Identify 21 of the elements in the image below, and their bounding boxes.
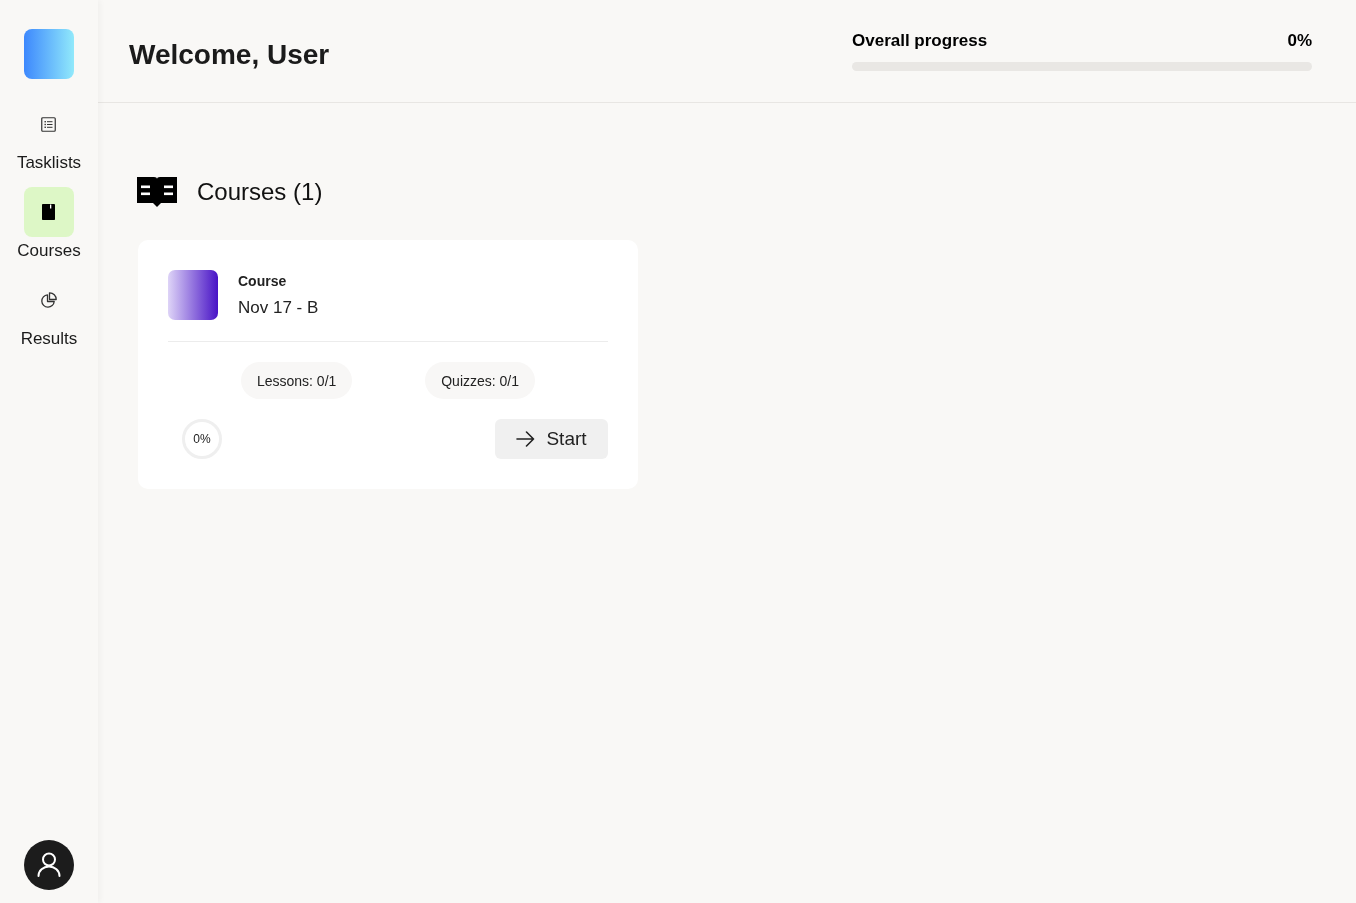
user-icon	[37, 852, 61, 878]
course-type-label: Course	[238, 271, 288, 291]
progress-value: 0%	[1287, 29, 1312, 52]
logo-icon	[24, 29, 74, 79]
pie-chart-icon	[40, 291, 58, 309]
course-name: Nov 17 - B	[238, 296, 319, 319]
progress-label: Overall progress	[852, 29, 988, 52]
stat-pill: Quizzes: 0/1	[425, 362, 536, 399]
list-icon	[41, 116, 57, 132]
section-title: Courses (1)	[197, 177, 323, 207]
nav-item[interactable]: Tasklists	[16, 99, 82, 174]
start-button[interactable]: Start	[495, 419, 608, 459]
nav-item[interactable]: Results	[20, 275, 78, 350]
open-book-icon	[137, 177, 177, 207]
welcome-title: Welcome, User	[129, 38, 330, 72]
arrow-right-icon	[516, 431, 536, 447]
book-icon	[42, 204, 56, 220]
stat-pill: Lessons: 0/1	[240, 362, 353, 399]
course-thumbnail	[168, 270, 218, 320]
avatar-button[interactable]	[24, 840, 74, 890]
progress-percent: 0%	[192, 432, 212, 446]
